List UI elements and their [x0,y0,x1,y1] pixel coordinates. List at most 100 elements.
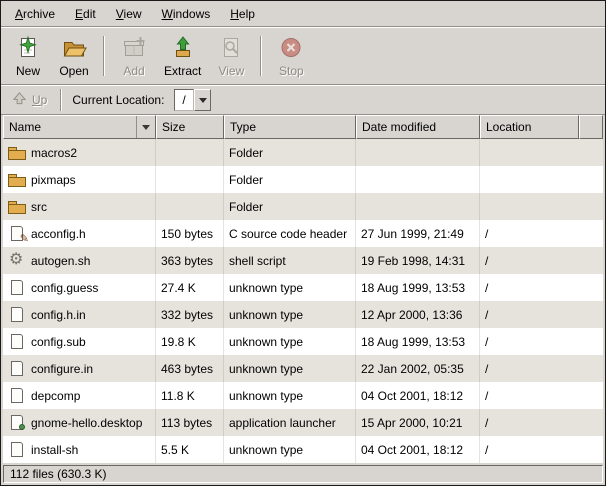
folder-icon [8,172,27,188]
column-header-name[interactable]: Name [3,115,156,139]
file-size [156,193,224,220]
table-row[interactable]: gnome-hello.desktop 113 bytes applicatio… [3,409,603,436]
file-location: / [480,436,579,463]
table-row[interactable]: configure.in 463 bytes unknown type 22 J… [3,355,603,382]
archive-manager-window: Archive Edit View Windows Help New [0,0,606,486]
column-header-size[interactable]: Size [156,115,224,139]
file-location: / [480,355,579,382]
new-archive-icon [15,35,41,64]
location-combo[interactable]: / [174,89,211,111]
file-type: Folder [224,193,356,220]
file-date-modified: 27 Jun 1999, 21:49 [356,220,480,247]
file-location: / [480,382,579,409]
status-bar: 112 files (630.3 K) [1,463,605,485]
column-headers: Name Size Type Date modified Location [3,115,603,139]
file-size [156,139,224,166]
table-row[interactable]: config.sub 19.8 K unknown type 18 Aug 19… [3,328,603,355]
stop-button: Stop [268,30,314,82]
menu-view[interactable]: View [106,3,152,25]
extract-button[interactable]: Extract [157,30,208,82]
table-row[interactable]: depcomp 11.8 K unknown type 04 Oct 2001,… [3,382,603,409]
file-location: / [480,220,579,247]
file-type: application launcher [224,409,356,436]
file-name: macros2 [31,146,77,160]
view-button: View [208,30,254,82]
file-type: unknown type [224,328,356,355]
status-text: 112 files (630.3 K) [10,467,107,481]
open-archive-icon [61,35,87,64]
menu-help[interactable]: Help [220,3,265,25]
file-location: / [480,409,579,436]
column-label-location: Location [486,120,531,134]
current-location-label: Current Location: [70,93,166,107]
script-icon [8,253,27,269]
toolbar-separator [260,36,262,76]
menu-archive[interactable]: Archive [5,3,65,25]
file-size: 150 bytes [156,220,224,247]
toolbar: New Open Add [1,27,605,85]
table-row[interactable]: install-sh 5.5 K unknown type 04 Oct 200… [3,436,603,463]
file-type: unknown type [224,301,356,328]
column-header-location[interactable]: Location [480,115,579,139]
file-date-modified: 12 Apr 2000, 13:36 [356,301,480,328]
file-name: depcomp [31,389,80,403]
file-type: unknown type [224,382,356,409]
stop-icon [278,35,304,64]
document-icon [8,361,27,377]
column-header-type[interactable]: Type [224,115,356,139]
menu-bar: Archive Edit View Windows Help [1,1,605,27]
table-row[interactable]: src Folder [3,193,603,220]
menu-edit[interactable]: Edit [65,3,106,25]
location-combo-value: / [174,89,194,111]
file-name: acconfig.h [31,227,86,241]
file-size: 11.8 K [156,382,224,409]
new-button[interactable]: New [5,30,51,82]
file-name: install-sh [31,443,78,457]
view-file-icon [218,35,244,64]
document-icon [8,280,27,296]
file-date-modified: 19 Feb 1998, 14:31 [356,247,480,274]
open-button[interactable]: Open [51,30,97,82]
extract-icon [170,35,196,64]
extract-button-label: Extract [164,65,201,78]
file-type: unknown type [224,274,356,301]
file-type: unknown type [224,355,356,382]
open-button-label: Open [59,65,88,78]
sort-indicator-icon[interactable] [136,116,150,138]
table-row[interactable]: autogen.sh 363 bytes shell script 19 Feb… [3,247,603,274]
file-name: config.sub [31,335,86,349]
file-name: pixmaps [31,173,76,187]
column-header-date-modified[interactable]: Date modified [356,115,480,139]
file-location: / [480,274,579,301]
file-list: Name Size Type Date modified Location ma… [1,115,605,463]
file-type: Folder [224,139,356,166]
file-size: 5.5 K [156,436,224,463]
document-icon [8,442,27,458]
column-header-stub [579,115,603,139]
file-location: / [480,301,579,328]
table-row[interactable]: macros2 Folder [3,139,603,166]
document-icon [8,307,27,323]
new-button-label: New [16,65,40,78]
table-row[interactable]: pixmaps Folder [3,166,603,193]
view-button-label: View [218,65,244,78]
file-type: unknown type [224,436,356,463]
toolbar-separator [103,36,105,76]
combo-dropdown-icon[interactable] [194,89,211,111]
file-size: 19.8 K [156,328,224,355]
folder-icon [8,145,27,161]
folder-icon [8,199,27,215]
file-size: 463 bytes [156,355,224,382]
menu-windows[interactable]: Windows [152,3,221,25]
table-row[interactable]: acconfig.h 150 bytes C source code heade… [3,220,603,247]
file-type: Folder [224,166,356,193]
table-row[interactable]: config.h.in 332 bytes unknown type 12 Ap… [3,301,603,328]
add-button-label: Add [123,65,144,78]
add-button: Add [111,30,157,82]
column-label-date-modified: Date modified [362,120,436,134]
file-date-modified [356,166,480,193]
file-date-modified: 04 Oct 2001, 18:12 [356,436,480,463]
table-row[interactable]: config.guess 27.4 K unknown type 18 Aug … [3,274,603,301]
source-icon [8,226,27,242]
file-size: 363 bytes [156,247,224,274]
